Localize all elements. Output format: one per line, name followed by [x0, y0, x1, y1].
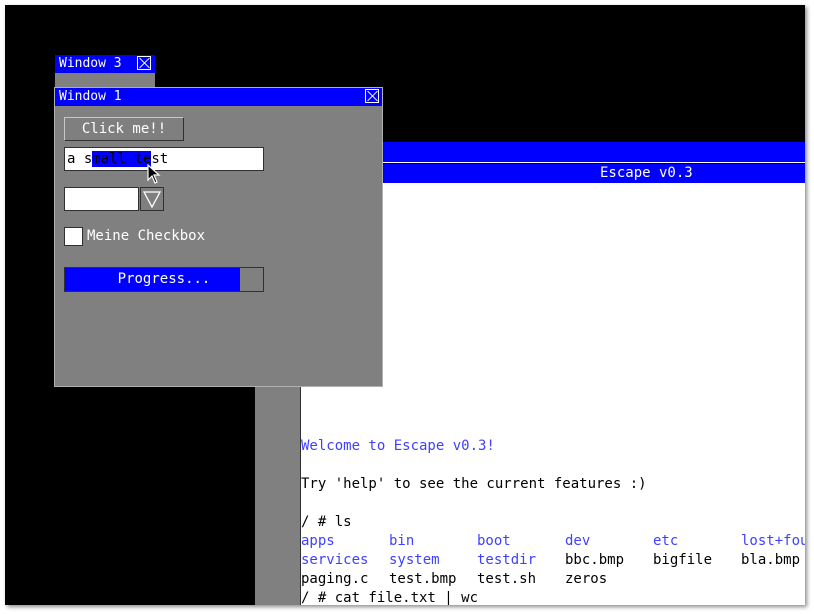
terminal-welcome: Welcome to Escape v0.3!	[301, 438, 495, 454]
terminal-prompt-ls: / # ls	[301, 514, 352, 530]
ls-output: apps bin boot dev etc lost+fou services system t…	[301, 532, 805, 589]
ls-dir-entry: boot	[477, 533, 511, 549]
ls-dir-entry: dev	[565, 533, 591, 549]
window3-close-icon[interactable]	[137, 56, 151, 70]
window1: Window 1 Click me!! a small test Meine C…	[54, 87, 383, 387]
combobox-dropdown-button[interactable]	[140, 187, 164, 211]
ls-dir-entry: apps	[301, 533, 335, 549]
ls-file-entry: test.sh	[477, 571, 537, 587]
ls-dir-entry: etc	[653, 533, 679, 549]
checkbox-label: Meine Checkbox	[87, 228, 206, 244]
window3-body	[55, 73, 155, 87]
progress-bar: Progress...	[64, 267, 264, 292]
desktop: Window 3 Escape v0.3 Welcome to Escape v…	[5, 5, 805, 605]
progress-label: Progress...	[117, 271, 211, 287]
ls-dir-entry: testdir	[477, 552, 537, 568]
ls-file-entry: bla.bmp	[741, 552, 801, 568]
mouse-cursor-icon	[147, 164, 161, 184]
text-before: a s	[67, 151, 93, 167]
text-selection: mall te	[92, 151, 152, 167]
text-input[interactable]: a small test	[64, 147, 264, 171]
ls-dir-entry: bin	[389, 533, 415, 549]
window3-titlebar[interactable]: Window 3	[55, 55, 155, 73]
ls-file-entry: test.bmp	[389, 571, 457, 587]
combobox-field[interactable]	[64, 187, 139, 211]
ls-file-entry: zeros	[565, 571, 608, 587]
ls-file-entry: paging.c	[301, 571, 369, 587]
terminal-title: Escape v0.3	[600, 165, 693, 181]
background-window-strip	[255, 383, 301, 605]
window1-titlebar[interactable]: Window 1	[55, 88, 382, 106]
terminal-help-line: Try 'help' to see the current features :…	[301, 476, 647, 492]
checkbox[interactable]	[64, 227, 83, 246]
ls-file-entry: bbc.bmp	[565, 552, 625, 568]
window1-close-icon[interactable]	[365, 89, 379, 103]
ls-dir-entry: lost+fou	[741, 533, 805, 549]
chevron-down-icon	[142, 191, 162, 209]
ls-file-entry: bigfile	[653, 552, 713, 568]
terminal-prompt-cat: / # cat file.txt | wc	[301, 590, 479, 605]
ls-dir-entry: services	[301, 552, 369, 568]
ls-dir-entry: system	[389, 552, 440, 568]
window1-title: Window 1	[59, 89, 122, 104]
window3-title: Window 3	[59, 56, 122, 71]
click-me-button[interactable]: Click me!!	[64, 117, 184, 141]
